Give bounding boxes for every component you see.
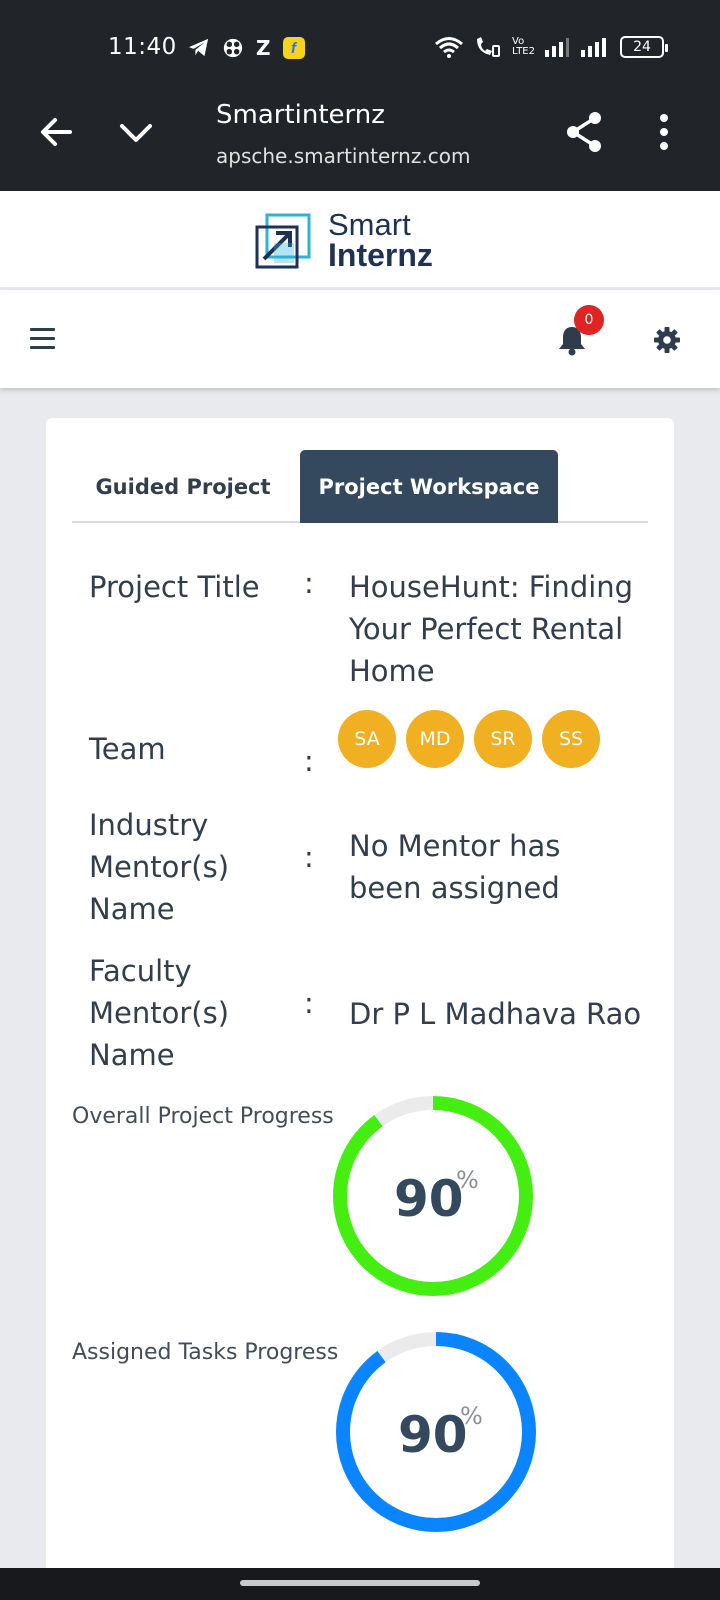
volte-label: Vo LTE2 [512,36,535,57]
avatar[interactable]: MD [406,710,464,768]
tab-project-workspace[interactable]: Project Workspace [300,450,558,523]
gear-icon[interactable] [654,327,680,353]
industry-mentor-label-line-1: Industry [89,808,209,842]
browser-chrome: 11:40 Z f Vo LTE2 24 Smartinternz apsche… [0,0,720,191]
faculty-mentor-label-line-3: Name [89,1038,175,1072]
logo-line-1: Smart [328,207,411,242]
faculty-mentor-label-line-2: Mentor(s) [89,996,230,1030]
project-title-value: HouseHunt: Finding Your Perfect Rental H… [349,566,649,692]
home-gesture-pill[interactable] [240,1580,480,1586]
project-title-label: Project Title [89,570,260,604]
team-label: Team [89,732,166,766]
tab-guided-project[interactable]: Guided Project [72,450,294,523]
logo-line-2: Internz [328,237,433,273]
industry-mentor-value-line-2: been assigned [349,871,560,905]
assigned-progress-value: 90 [398,1406,468,1464]
signal-1-icon [545,38,569,57]
system-icons: Vo LTE2 24 [434,36,668,58]
assigned-progress-label: Assigned Tasks Progress [72,1340,339,1365]
smartinternz-logo-icon[interactable] [254,213,314,271]
avatar[interactable]: SA [338,710,396,768]
pinwheel-icon [223,38,243,58]
industry-mentor-label: Industry Mentor(s) Name [89,804,229,930]
menu-icon[interactable] [30,328,55,350]
wifi-icon [435,37,463,58]
industry-mentor-label-line-3: Name [89,892,175,926]
status-time: 11:40 [108,34,177,60]
share-icon[interactable] [564,110,604,154]
team-avatars: SA MD SR SS [338,710,600,768]
wifi-calling-icon [477,37,500,57]
industry-mentor-value: No Mentor has been assigned [349,825,649,909]
faculty-mentor-value: Dr P L Madhava Rao [349,997,642,1031]
page-url[interactable]: apsche.smartinternz.com [216,144,470,168]
faculty-mentor-colon: : [304,986,314,1020]
signal-2-icon [581,38,606,57]
project-title-line-2: Your Perfect Rental [349,612,624,646]
assigned-progress-unit: % [460,1402,483,1430]
page-title: Smartinternz [216,100,385,130]
flipkart-icon: f [282,37,305,59]
url-bar: Smartinternz apsche.smartinternz.com [0,86,720,191]
more-vert-icon[interactable] [648,112,680,152]
project-card: Guided Project Project Workspace Project… [46,418,674,1578]
avatar[interactable]: SR [474,710,532,768]
industry-mentor-value-line-1: No Mentor has [349,829,561,863]
faculty-mentor-label-line-1: Faculty [89,954,192,988]
industry-mentor-label-line-2: Mentor(s) [89,850,230,884]
tab-bar: Guided Project Project Workspace [72,450,648,523]
battery-icon: 24 [620,36,668,58]
avatar[interactable]: SS [542,710,600,768]
logo-bar: Smart Internz [0,191,720,287]
back-arrow-icon[interactable] [36,112,76,152]
project-title-line-3: Home [349,654,435,688]
project-title-colon: : [304,566,314,600]
overall-progress-label: Overall Project Progress [72,1104,334,1129]
industry-mentor-colon: : [304,840,314,874]
app-toolbar: 0 [0,290,720,388]
project-title-line-1: HouseHunt: Finding [349,570,634,604]
overall-progress-value: 90 [394,1170,464,1228]
status-bar: 11:40 Z f Vo LTE2 24 [0,0,720,86]
notification-icons: Z f [188,36,305,60]
notification-badge: 0 [574,305,604,335]
chevron-down-icon[interactable] [116,112,156,152]
system-nav-bar [0,1568,720,1600]
telegram-icon [189,38,209,57]
overall-progress-unit: % [456,1166,479,1194]
logo-wordmark[interactable]: Smart Internz [328,209,433,271]
team-colon: : [304,744,314,778]
faculty-mentor-label: Faculty Mentor(s) Name [89,950,229,1076]
zomato-icon: Z [256,36,271,60]
